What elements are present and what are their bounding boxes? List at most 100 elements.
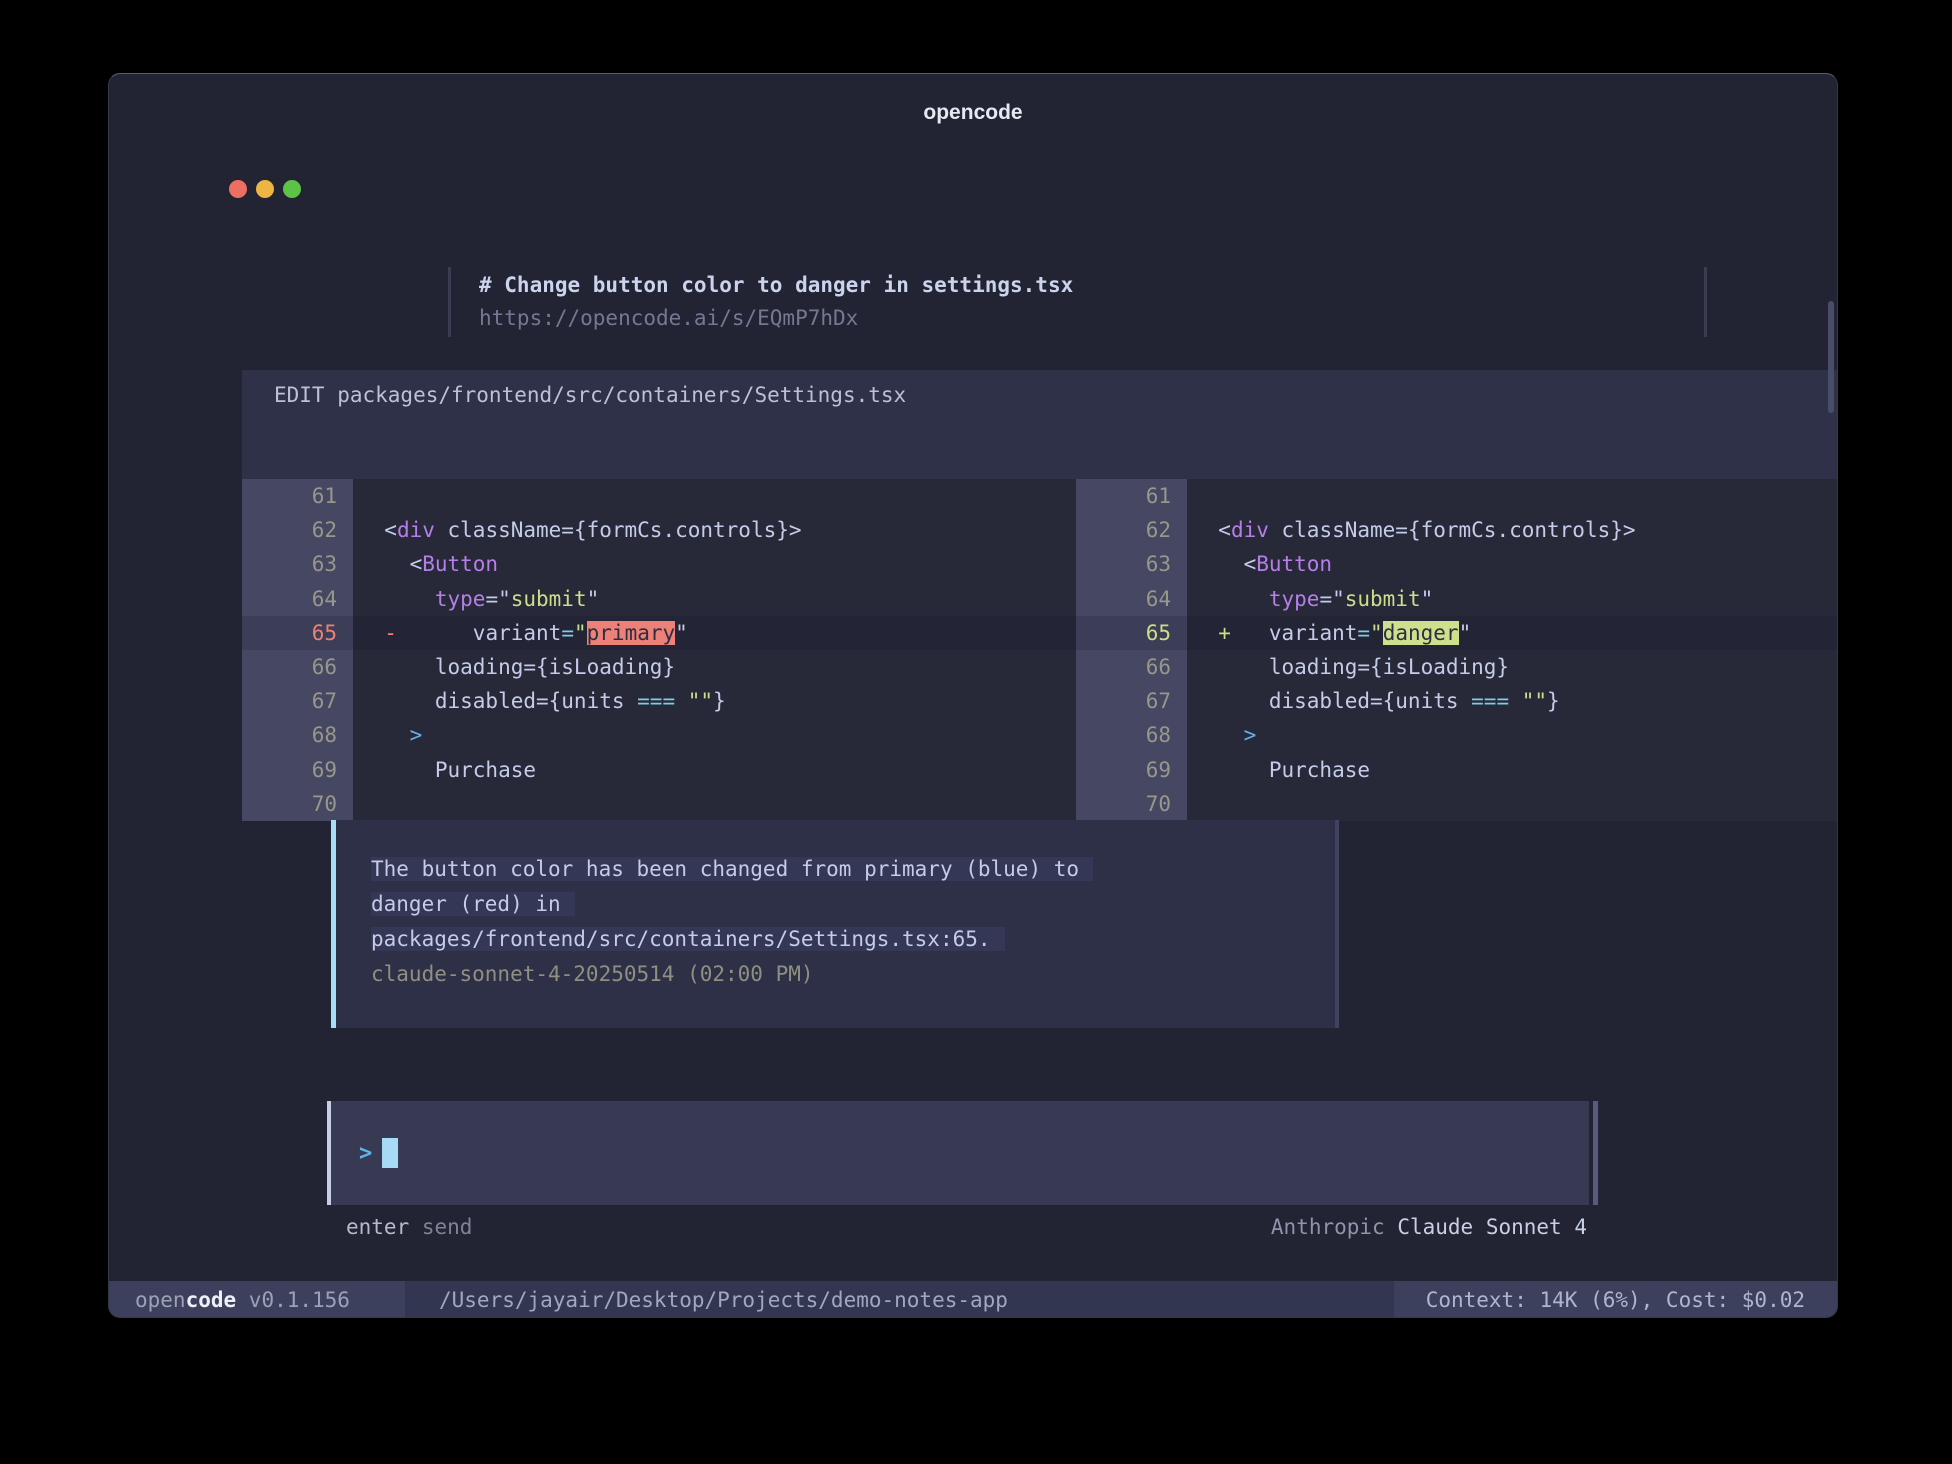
line-number: 65	[1076, 616, 1187, 650]
line-number: 61	[242, 479, 353, 513]
line-number: 70	[1076, 787, 1187, 821]
code-line	[353, 787, 1076, 821]
model-info: Anthropic Claude Sonnet 4	[1271, 1210, 1587, 1244]
message-right-bar	[1335, 820, 1339, 1028]
opencode-window: opencode # Change button color to danger…	[108, 73, 1838, 1318]
code-line: loading={isLoading}	[353, 650, 1076, 684]
diff-row: 68 >	[1076, 718, 1838, 752]
code-line: Purchase	[1187, 753, 1838, 787]
line-number: 62	[242, 513, 353, 547]
zoom-button[interactable]	[283, 180, 301, 198]
working-directory: /Users/jayair/Desktop/Projects/demo-note…	[439, 1281, 1008, 1318]
diff-row: 68 >	[242, 718, 1076, 752]
message-body: The button color has been changed from p…	[331, 820, 1339, 992]
edit-file-path: packages/frontend/src/containers/Setting…	[337, 383, 906, 407]
code-line	[353, 479, 1076, 513]
diff-side-before: 6162 <div className={formCs.controls}>63…	[242, 479, 1076, 821]
code-line	[1187, 479, 1838, 513]
diff-row: 66 loading={isLoading}	[1076, 650, 1838, 684]
code-line: <Button	[1187, 547, 1838, 581]
code-line: disabled={units === ""}	[1187, 684, 1838, 718]
code-line: >	[353, 718, 1076, 752]
diff-row: 63 <Button	[1076, 547, 1838, 581]
diff-row: 65 + variant="danger"	[1076, 616, 1838, 650]
message-meta: claude-sonnet-4-20250514 (02:00 PM)	[371, 957, 1339, 992]
title-bar: opencode	[109, 74, 1837, 146]
diff-row: 67 disabled={units === ""}	[242, 684, 1076, 718]
line-number: 67	[242, 684, 353, 718]
code-line: + variant="danger"	[1187, 616, 1838, 650]
line-number: 63	[242, 547, 353, 581]
user-prompt: # Change button color to danger in setti…	[448, 267, 1707, 337]
edit-tool-label: EDIT	[274, 383, 337, 407]
diff-row: 64 type="submit"	[1076, 582, 1838, 616]
code-line: <Button	[353, 547, 1076, 581]
message-line: packages/frontend/src/containers/Setting…	[371, 922, 1339, 957]
diff-row: 70	[1076, 787, 1838, 821]
diff-view: 6162 <div className={formCs.controls}>63…	[242, 479, 1838, 821]
window-title: opencode	[109, 101, 1837, 125]
diff-row: 61	[1076, 479, 1838, 513]
code-line: <div className={formCs.controls}>	[353, 513, 1076, 547]
minimize-button[interactable]	[256, 180, 274, 198]
message-accent-bar	[331, 820, 336, 1028]
diff-row: 62 <div className={formCs.controls}>	[1076, 513, 1838, 547]
keybind-key: enter	[346, 1215, 409, 1239]
code-line: <div className={formCs.controls}>	[1187, 513, 1838, 547]
code-line: >	[1187, 718, 1838, 752]
line-number: 65	[242, 616, 353, 650]
app-version: v0.1.156	[236, 1288, 350, 1312]
chat-input[interactable]: >	[327, 1101, 1589, 1205]
line-number: 66	[1076, 650, 1187, 684]
code-line: Purchase	[353, 753, 1076, 787]
diff-row: 65 - variant="primary"	[242, 616, 1076, 650]
code-line: loading={isLoading}	[1187, 650, 1838, 684]
model-name: Claude Sonnet 4	[1397, 1215, 1587, 1239]
diff-row: 63 <Button	[242, 547, 1076, 581]
footer-hints: enter send Anthropic Claude Sonnet 4	[109, 1210, 1837, 1244]
line-number: 68	[1076, 718, 1187, 752]
line-number: 70	[242, 787, 353, 821]
context-cost-chip: Context: 14K (6%), Cost: $0.02	[1394, 1281, 1837, 1318]
diff-row: 64 type="submit"	[242, 582, 1076, 616]
code-line: - variant="primary"	[353, 616, 1076, 650]
input-right-bar	[1593, 1101, 1598, 1205]
text-cursor	[382, 1138, 398, 1168]
line-number: 67	[1076, 684, 1187, 718]
provider-name: Anthropic	[1271, 1215, 1397, 1239]
line-number: 62	[1076, 513, 1187, 547]
diff-row: 69 Purchase	[1076, 753, 1838, 787]
code-line: type="submit"	[353, 582, 1076, 616]
line-number: 64	[1076, 582, 1187, 616]
line-number: 64	[242, 582, 353, 616]
edit-diff-panel: EDIT packages/frontend/src/containers/Se…	[242, 370, 1838, 821]
prompt-heading: # Change button color to danger in setti…	[479, 269, 1704, 302]
code-line: type="submit"	[1187, 582, 1838, 616]
code-line: disabled={units === ""}	[353, 684, 1076, 718]
app-version-chip: opencode v0.1.156	[109, 1281, 405, 1318]
line-number: 63	[1076, 547, 1187, 581]
status-bar: opencode v0.1.156 /Users/jayair/Desktop/…	[109, 1281, 1837, 1318]
assistant-message: The button color has been changed from p…	[331, 820, 1339, 1028]
line-number: 61	[1076, 479, 1187, 513]
keybind-action: send	[409, 1215, 472, 1239]
diff-scrollbar[interactable]	[1828, 301, 1834, 413]
close-button[interactable]	[229, 180, 247, 198]
input-prompt-icon: >	[359, 1141, 372, 1166]
diff-row: 66 loading={isLoading}	[242, 650, 1076, 684]
keybind-hint: enter send	[346, 1210, 472, 1244]
input-line: >	[359, 1138, 398, 1168]
message-line: danger (red) in	[371, 887, 1339, 922]
prompt-share-url[interactable]: https://opencode.ai/s/EQmP7hDx	[479, 302, 1704, 335]
edit-header: EDIT packages/frontend/src/containers/Se…	[242, 370, 1838, 410]
diff-row: 62 <div className={formCs.controls}>	[242, 513, 1076, 547]
diff-row: 69 Purchase	[242, 753, 1076, 787]
message-line: The button color has been changed from p…	[371, 852, 1339, 887]
line-number: 69	[1076, 753, 1187, 787]
line-number: 68	[242, 718, 353, 752]
diff-side-after: 6162 <div className={formCs.controls}>63…	[1076, 479, 1838, 821]
diff-row: 67 disabled={units === ""}	[1076, 684, 1838, 718]
line-number: 66	[242, 650, 353, 684]
diff-row: 70	[242, 787, 1076, 821]
code-line	[1187, 787, 1838, 821]
